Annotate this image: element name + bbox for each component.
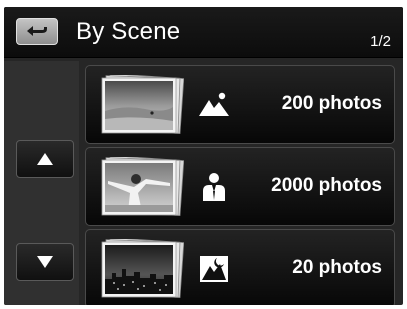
album-row-landscape[interactable]: 200 photos [85, 65, 395, 144]
album-row-person[interactable]: 2000 photos [85, 147, 395, 226]
return-arrow-icon [27, 25, 47, 36]
album-thumbnail-stack [100, 157, 184, 217]
page-indicator: 1/2 [370, 33, 391, 50]
screen: By Scene 1/2 200 photos 2000 photos 20 p… [4, 7, 403, 305]
side-panel [4, 61, 79, 305]
photo-count: 2000 photos [271, 175, 382, 196]
photo-count: 20 photos [292, 257, 382, 278]
photo-count: 200 photos [281, 93, 382, 114]
person-icon [198, 172, 230, 202]
back-button[interactable] [16, 18, 58, 45]
album-thumbnail-stack [100, 239, 184, 299]
scroll-down-button[interactable] [16, 243, 74, 281]
album-list: 200 photos 2000 photos 20 photos [85, 61, 403, 305]
album-row-night-scene[interactable]: 20 photos [85, 229, 395, 305]
album-thumbnail-stack [100, 75, 184, 135]
page-title: By Scene [76, 18, 181, 45]
night-scene-icon [198, 254, 230, 284]
landscape-icon [198, 90, 230, 120]
scroll-up-button[interactable] [16, 140, 74, 178]
triangle-up-icon [37, 153, 53, 165]
triangle-down-icon [37, 256, 53, 268]
header-bar: By Scene 1/2 [4, 7, 403, 58]
